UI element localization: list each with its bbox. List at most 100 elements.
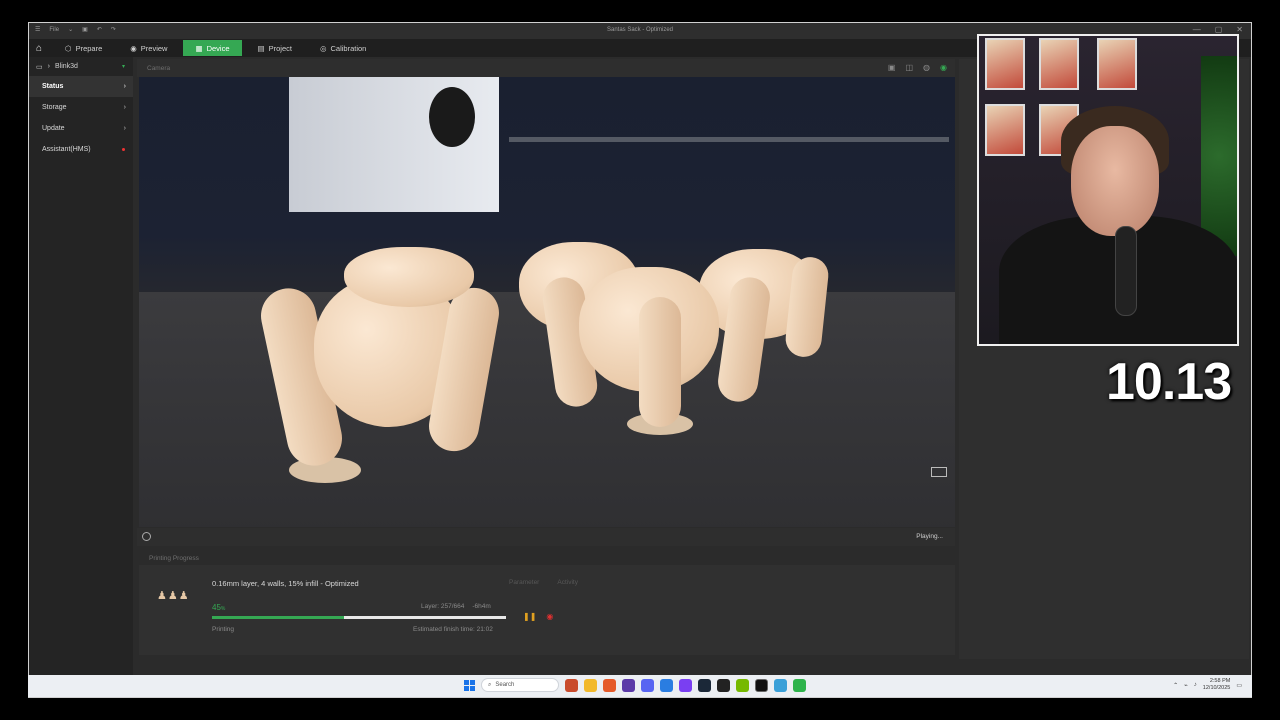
chevron-right-icon: › <box>47 63 50 70</box>
obs-icon[interactable] <box>622 678 635 692</box>
speaker-icon[interactable]: ♪ <box>1194 682 1197 688</box>
tab-label: Calibration <box>330 43 367 53</box>
print-part <box>344 247 474 307</box>
search-label: Search <box>495 682 515 688</box>
photos-icon[interactable] <box>660 678 673 692</box>
system-clock[interactable]: 2:58 PM 12/10/2025 <box>1203 678 1231 692</box>
device-sidebar: ▭ › Blink3d ▾ Status › Storage › Update … <box>29 57 133 677</box>
sidebar-item-label: Update <box>42 125 65 132</box>
microphone <box>1115 226 1137 316</box>
plate-thumbnail: ♟ ♟ ♟ <box>157 590 189 602</box>
christmas-tree <box>1201 56 1237 256</box>
sidebar-item-assistant[interactable]: Assistant(HMS) <box>29 139 133 160</box>
progress-bar <box>212 616 506 619</box>
close-button[interactable]: ✕ <box>1236 25 1243 34</box>
bambu-studio-icon[interactable] <box>774 678 787 692</box>
home-icon[interactable]: ⌂ <box>29 43 49 54</box>
maximize-button[interactable]: ▢ <box>1215 25 1223 34</box>
layer-count: Layer: 257/664 <box>421 603 465 610</box>
green-app-icon[interactable] <box>793 678 806 692</box>
firefox-icon[interactable] <box>603 678 616 692</box>
toolhead <box>289 77 499 212</box>
twitch-icon[interactable] <box>679 678 692 692</box>
record-icon[interactable]: ◫ <box>905 63 913 72</box>
nvidia-icon[interactable] <box>736 678 749 692</box>
tab-parameter[interactable]: Parameter <box>509 579 539 586</box>
notification-icon[interactable]: ▭ <box>1236 682 1242 689</box>
steam-icon[interactable] <box>698 678 711 692</box>
chevron-right-icon: › <box>123 83 126 90</box>
epic-games-icon[interactable] <box>717 678 730 692</box>
clock-date: 12/10/2025 <box>1202 685 1231 691</box>
time-remaining: -6h4m <box>472 603 491 610</box>
camera-footer: Playing... <box>137 528 955 546</box>
stop-button[interactable]: ◉ <box>546 612 553 621</box>
tab-label: Device <box>206 43 230 53</box>
chevron-up-icon[interactable]: ⌃ <box>1173 682 1178 689</box>
progress-bar-fill <box>212 616 345 619</box>
sidebar-item-update[interactable]: Update › <box>29 118 133 139</box>
streamer-webcam <box>977 34 1239 346</box>
sidebar-item-label: Storage <box>42 104 67 111</box>
estimated-finish: Estimated finish time: 21:02 <box>413 626 493 633</box>
discord-icon[interactable] <box>641 678 654 692</box>
tab-activity[interactable]: Activity <box>557 579 578 586</box>
camera-status: Playing... <box>916 533 943 540</box>
clock-time: 2:58 PM <box>1209 678 1231 684</box>
windows-taskbar: ⌕ Search ⌃ ⌁ ♪ 2:58 PM 12/10/2025 ▭ <box>28 675 1252 697</box>
windows-start-icon[interactable] <box>464 679 475 691</box>
print-state: Printing <box>212 626 235 633</box>
fullscreen-icon[interactable] <box>931 467 947 477</box>
eye-icon: ◉ <box>130 43 137 53</box>
person-face <box>1071 126 1159 236</box>
wall-poster <box>1039 38 1079 90</box>
file-explorer-icon[interactable] <box>584 678 597 692</box>
device-icon: ▦ <box>195 43 203 53</box>
search-icon: ⌕ <box>488 681 492 688</box>
alert-dot <box>122 148 125 151</box>
taskbar-search[interactable]: ⌕ Search <box>481 678 559 692</box>
snapshot-icon[interactable]: ▣ <box>888 63 896 72</box>
print-part-leg <box>639 297 681 427</box>
pause-button[interactable]: ❚❚ <box>523 612 536 621</box>
wall-poster <box>985 104 1025 156</box>
window-title: Santas Sack - Optimized <box>606 27 674 33</box>
chevron-right-icon: › <box>123 125 126 132</box>
network-icon[interactable]: ⌁ <box>1184 682 1188 689</box>
camera-title: Camera <box>147 65 171 72</box>
project-icon: ▤ <box>257 43 265 53</box>
stream-counter: 10.13 <box>1106 353 1232 411</box>
camera-header: Camera ▣ ◫ ◍ ◉ <box>137 59 955 77</box>
sidebar-item-storage[interactable]: Storage › <box>29 97 133 118</box>
gantry-rail <box>509 137 949 142</box>
tab-label: Preview <box>140 43 168 53</box>
percent-value: 45 <box>212 603 221 612</box>
terminal-icon[interactable] <box>755 678 768 692</box>
tab-preview[interactable]: ◉ Preview <box>118 40 179 56</box>
percent-unit: % <box>220 606 226 612</box>
printing-progress-panel: Printing Progress ♟ ♟ ♟ 0.16mm layer, 4 wa… <box>139 551 955 655</box>
wall-poster <box>985 38 1025 90</box>
live-icon[interactable]: ◉ <box>940 63 947 72</box>
sidebar-item-label: Status <box>42 83 64 90</box>
chevron-right-icon: › <box>123 104 126 111</box>
device-selector[interactable]: ▭ › Blink3d ▾ <box>29 57 133 76</box>
minimize-button[interactable]: — <box>1193 25 1201 34</box>
chevron-down-icon: ▾ <box>121 64 125 70</box>
calibration-icon: ◎ <box>319 43 327 53</box>
device-name: Blink3d <box>54 63 78 70</box>
sidebar-item-status[interactable]: Status › <box>29 76 133 97</box>
widget-app-icon[interactable] <box>565 678 578 692</box>
progress-header: Printing Progress <box>139 551 955 565</box>
cube-icon: ⬡ <box>65 43 72 53</box>
tab-calibration[interactable]: ◎ Calibration <box>308 40 378 56</box>
timelapse-icon[interactable]: ◍ <box>923 63 930 72</box>
tab-prepare[interactable]: ⬡ Prepare <box>53 40 114 56</box>
progress-percent: 45% <box>212 603 225 612</box>
tab-project[interactable]: ▤ Project <box>246 40 304 56</box>
tab-label: Project <box>268 43 292 53</box>
tab-device[interactable]: ▦ Device <box>183 40 242 56</box>
tab-label: Prepare <box>75 43 103 53</box>
play-icon[interactable] <box>142 532 151 541</box>
print-description: 0.16mm layer, 4 walls, 15% infill - Opti… <box>212 579 359 588</box>
